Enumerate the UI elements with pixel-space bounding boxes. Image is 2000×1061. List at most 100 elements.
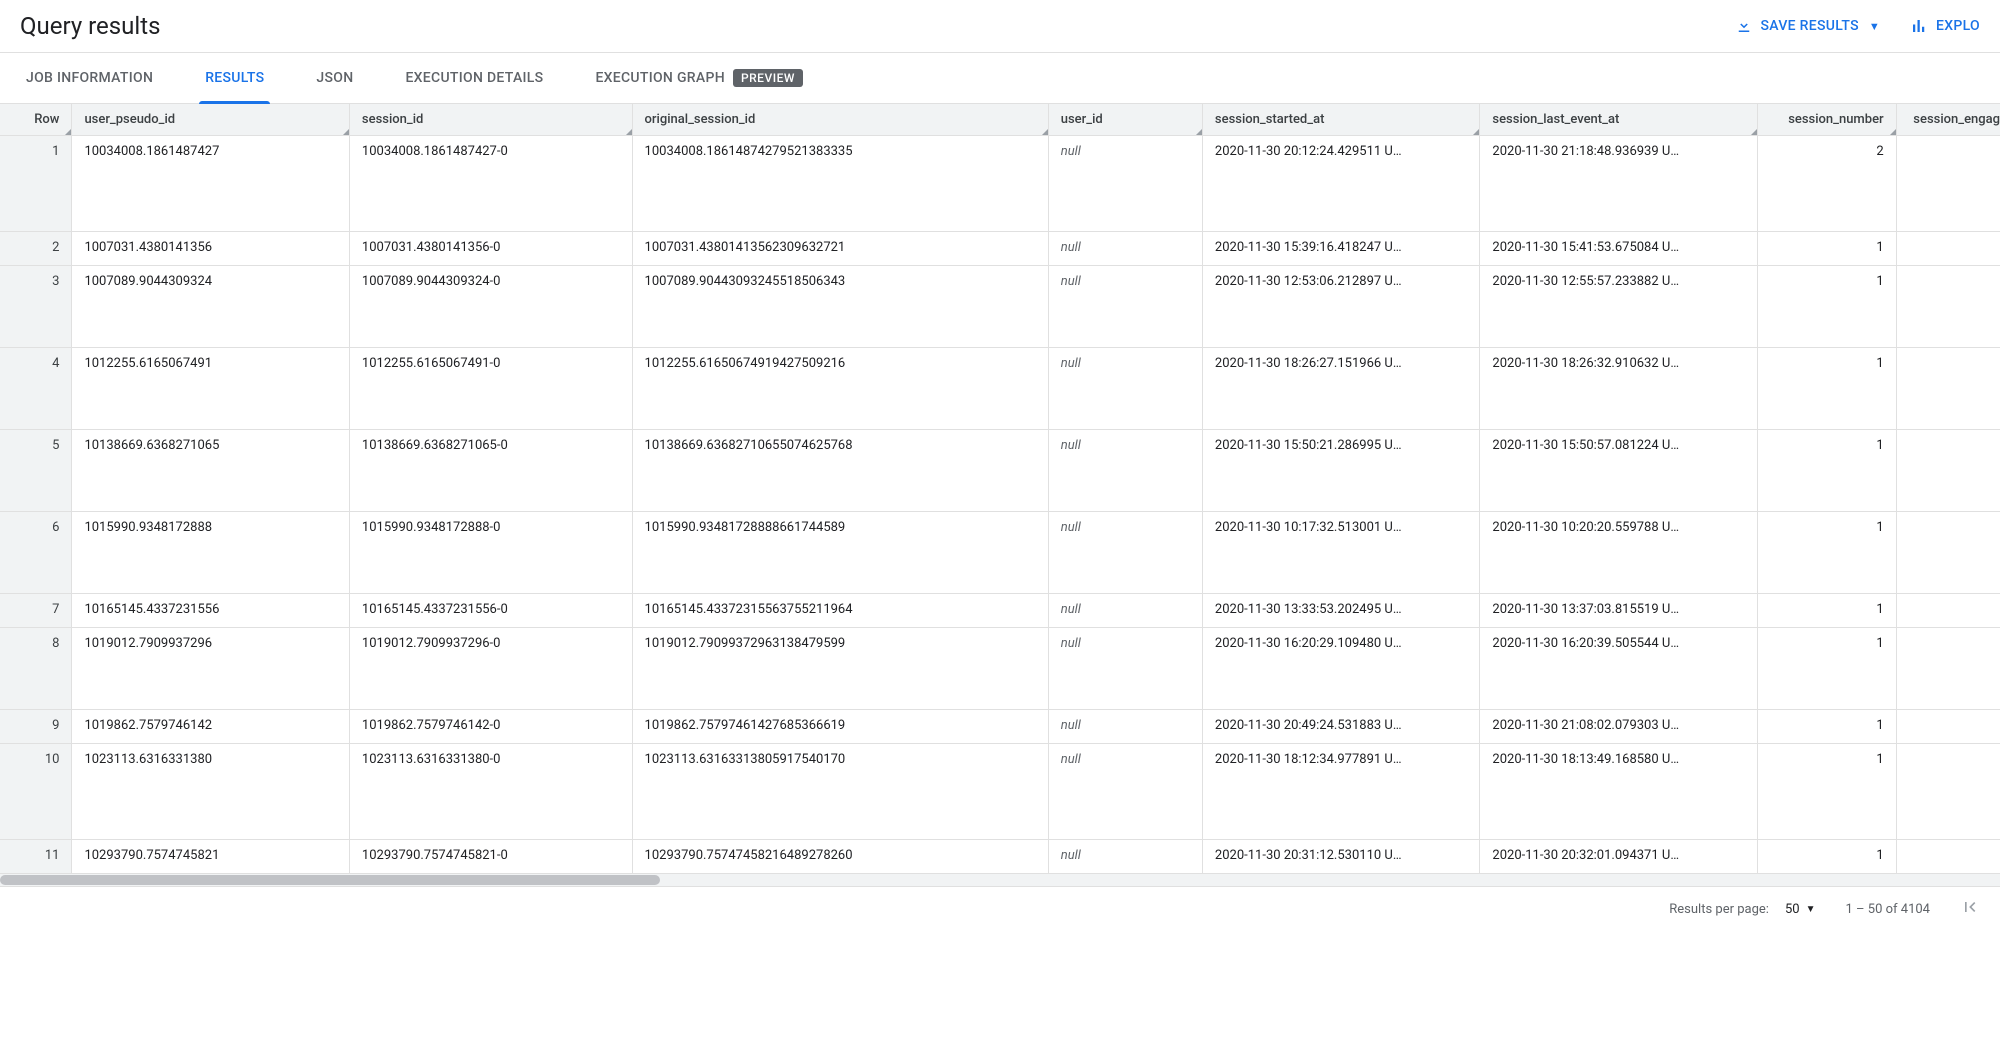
table-row[interactable]: 81019012.79099372961019012.7909937296-01… — [0, 628, 2000, 710]
cell: null — [1048, 710, 1202, 744]
table-row[interactable]: 710165145.433723155610165145.4337231556-… — [0, 594, 2000, 628]
results-per-page-label: Results per page: — [1669, 902, 1769, 917]
col-session-last-event-at[interactable]: session_last_event_at — [1480, 104, 1757, 136]
cell: 2020-11-30 15:41:53.675084 U… — [1480, 232, 1757, 266]
cell: 7 — [0, 594, 72, 628]
chart-icon — [1910, 17, 1928, 35]
null-value: null — [1061, 144, 1081, 159]
col-label: session_started_at — [1215, 112, 1325, 127]
cell: 1 — [1896, 744, 2000, 840]
cell: 1012255.6165067491 — [72, 348, 349, 430]
col-user-id[interactable]: user_id — [1048, 104, 1202, 136]
table-row[interactable]: 510138669.636827106510138669.6368271065-… — [0, 430, 2000, 512]
resize-handle-icon[interactable] — [1042, 129, 1048, 135]
query-results-panel: Query results SAVE RESULTS ▼ EXPLO JOB I… — [0, 0, 2000, 931]
cell: 2020-11-30 12:53:06.212897 U… — [1202, 266, 1479, 348]
cell: 1 — [1896, 594, 2000, 628]
table-row[interactable]: 1110293790.757474582110293790.7574745821… — [0, 840, 2000, 874]
resize-handle-icon[interactable] — [1751, 129, 1757, 135]
tab-json[interactable]: JSON — [310, 53, 359, 103]
cell: 2020-11-30 21:18:48.936939 U… — [1480, 136, 1757, 232]
horizontal-scrollbar[interactable] — [0, 874, 2000, 886]
col-session-id[interactable]: session_id — [349, 104, 632, 136]
cell: 1 — [1757, 594, 1896, 628]
cell: 5 — [0, 430, 72, 512]
explore-button[interactable]: EXPLO — [1910, 17, 1980, 35]
tab-execution-graph[interactable]: EXECUTION GRAPH PREVIEW — [589, 53, 809, 103]
results-per-page-select[interactable]: 50 ▼ — [1785, 902, 1816, 917]
col-label: session_engage — [1913, 112, 2000, 127]
cell: 1 — [1896, 512, 2000, 594]
cell: 1015990.9348172888 — [72, 512, 349, 594]
tab-job-information[interactable]: JOB INFORMATION — [20, 53, 159, 103]
col-session-number[interactable]: session_number — [1757, 104, 1896, 136]
tab-results[interactable]: RESULTS — [199, 53, 270, 103]
col-original-session-id[interactable]: original_session_id — [632, 104, 1048, 136]
cell: 10 — [0, 744, 72, 840]
null-value: null — [1061, 718, 1081, 733]
col-row[interactable]: Row — [0, 104, 72, 136]
resize-handle-icon[interactable] — [65, 129, 71, 135]
tab-label: JSON — [316, 70, 353, 86]
cell: null — [1048, 840, 1202, 874]
null-value: null — [1061, 602, 1081, 617]
cell: 2020-11-30 18:26:27.151966 U… — [1202, 348, 1479, 430]
table-row[interactable]: 110034008.186148742710034008.1861487427-… — [0, 136, 2000, 232]
table-row[interactable]: 61015990.93481728881015990.9348172888-01… — [0, 512, 2000, 594]
table-row[interactable]: 101023113.63163313801023113.6316331380-0… — [0, 744, 2000, 840]
caret-down-icon: ▼ — [1806, 904, 1816, 915]
results-per-page-value: 50 — [1785, 902, 1800, 917]
cell: 1007031.4380141356-0 — [349, 232, 632, 266]
cell: 10165145.4337231556 — [72, 594, 349, 628]
col-label: session_last_event_at — [1492, 112, 1619, 127]
col-session-started-at[interactable]: session_started_at — [1202, 104, 1479, 136]
cell: null — [1048, 512, 1202, 594]
cell: 1 — [1896, 628, 2000, 710]
tab-label: JOB INFORMATION — [26, 70, 153, 86]
cell: null — [1048, 348, 1202, 430]
col-user-pseudo-id[interactable]: user_pseudo_id — [72, 104, 349, 136]
cell: 1 — [1757, 266, 1896, 348]
cell: 1 — [1896, 430, 2000, 512]
tab-execution-details[interactable]: EXECUTION DETAILS — [399, 53, 549, 103]
resize-handle-icon[interactable] — [1890, 129, 1896, 135]
table-row[interactable]: 31007089.90443093241007089.9044309324-01… — [0, 266, 2000, 348]
null-value: null — [1061, 520, 1081, 535]
cell: 1019862.7579746142-0 — [349, 710, 632, 744]
table-row[interactable]: 21007031.43801413561007031.4380141356-01… — [0, 232, 2000, 266]
cell: 10034008.18614874279521383335 — [632, 136, 1048, 232]
cell: null — [1048, 628, 1202, 710]
cell: 2020-11-30 20:49:24.531883 U… — [1202, 710, 1479, 744]
cell: 1 — [1757, 232, 1896, 266]
col-session-engage[interactable]: session_engage — [1896, 104, 2000, 136]
tab-label: EXECUTION GRAPH — [595, 70, 725, 86]
cell: null — [1048, 266, 1202, 348]
cell: 10293790.7574745821-0 — [349, 840, 632, 874]
resize-handle-icon[interactable] — [626, 129, 632, 135]
cell: 1007089.90443093245518506343 — [632, 266, 1048, 348]
resize-handle-icon[interactable] — [343, 129, 349, 135]
resize-handle-icon[interactable] — [1473, 129, 1479, 135]
save-results-button[interactable]: SAVE RESULTS ▼ — [1735, 17, 1881, 35]
results-table-scroll[interactable]: Row user_pseudo_id session_id original_s… — [0, 104, 2000, 874]
table-row[interactable]: 41012255.61650674911012255.6165067491-01… — [0, 348, 2000, 430]
cell: 2020-11-30 20:32:01.094371 U… — [1480, 840, 1757, 874]
cell: 1023113.6316331380 — [72, 744, 349, 840]
cell: 2020-11-30 10:20:20.559788 U… — [1480, 512, 1757, 594]
preview-badge: PREVIEW — [733, 69, 803, 87]
cell: 1023113.6316331380-0 — [349, 744, 632, 840]
resize-handle-icon[interactable] — [1196, 129, 1202, 135]
table-footer: Results per page: 50 ▼ 1 – 50 of 4104 — [0, 886, 2000, 931]
cell: 1 — [1896, 266, 2000, 348]
cell: 1 — [1757, 628, 1896, 710]
cell: 3 — [0, 266, 72, 348]
caret-down-icon: ▼ — [1869, 20, 1880, 33]
cell: 10034008.1861487427-0 — [349, 136, 632, 232]
table-row[interactable]: 91019862.75797461421019862.7579746142-01… — [0, 710, 2000, 744]
cell: 1019862.75797461427685366619 — [632, 710, 1048, 744]
table-header-row: Row user_pseudo_id session_id original_s… — [0, 104, 2000, 136]
col-label: user_id — [1061, 112, 1103, 127]
cell: 2 — [1757, 136, 1896, 232]
first-page-button[interactable] — [1960, 897, 1980, 921]
horizontal-scroll-thumb[interactable] — [0, 875, 660, 885]
